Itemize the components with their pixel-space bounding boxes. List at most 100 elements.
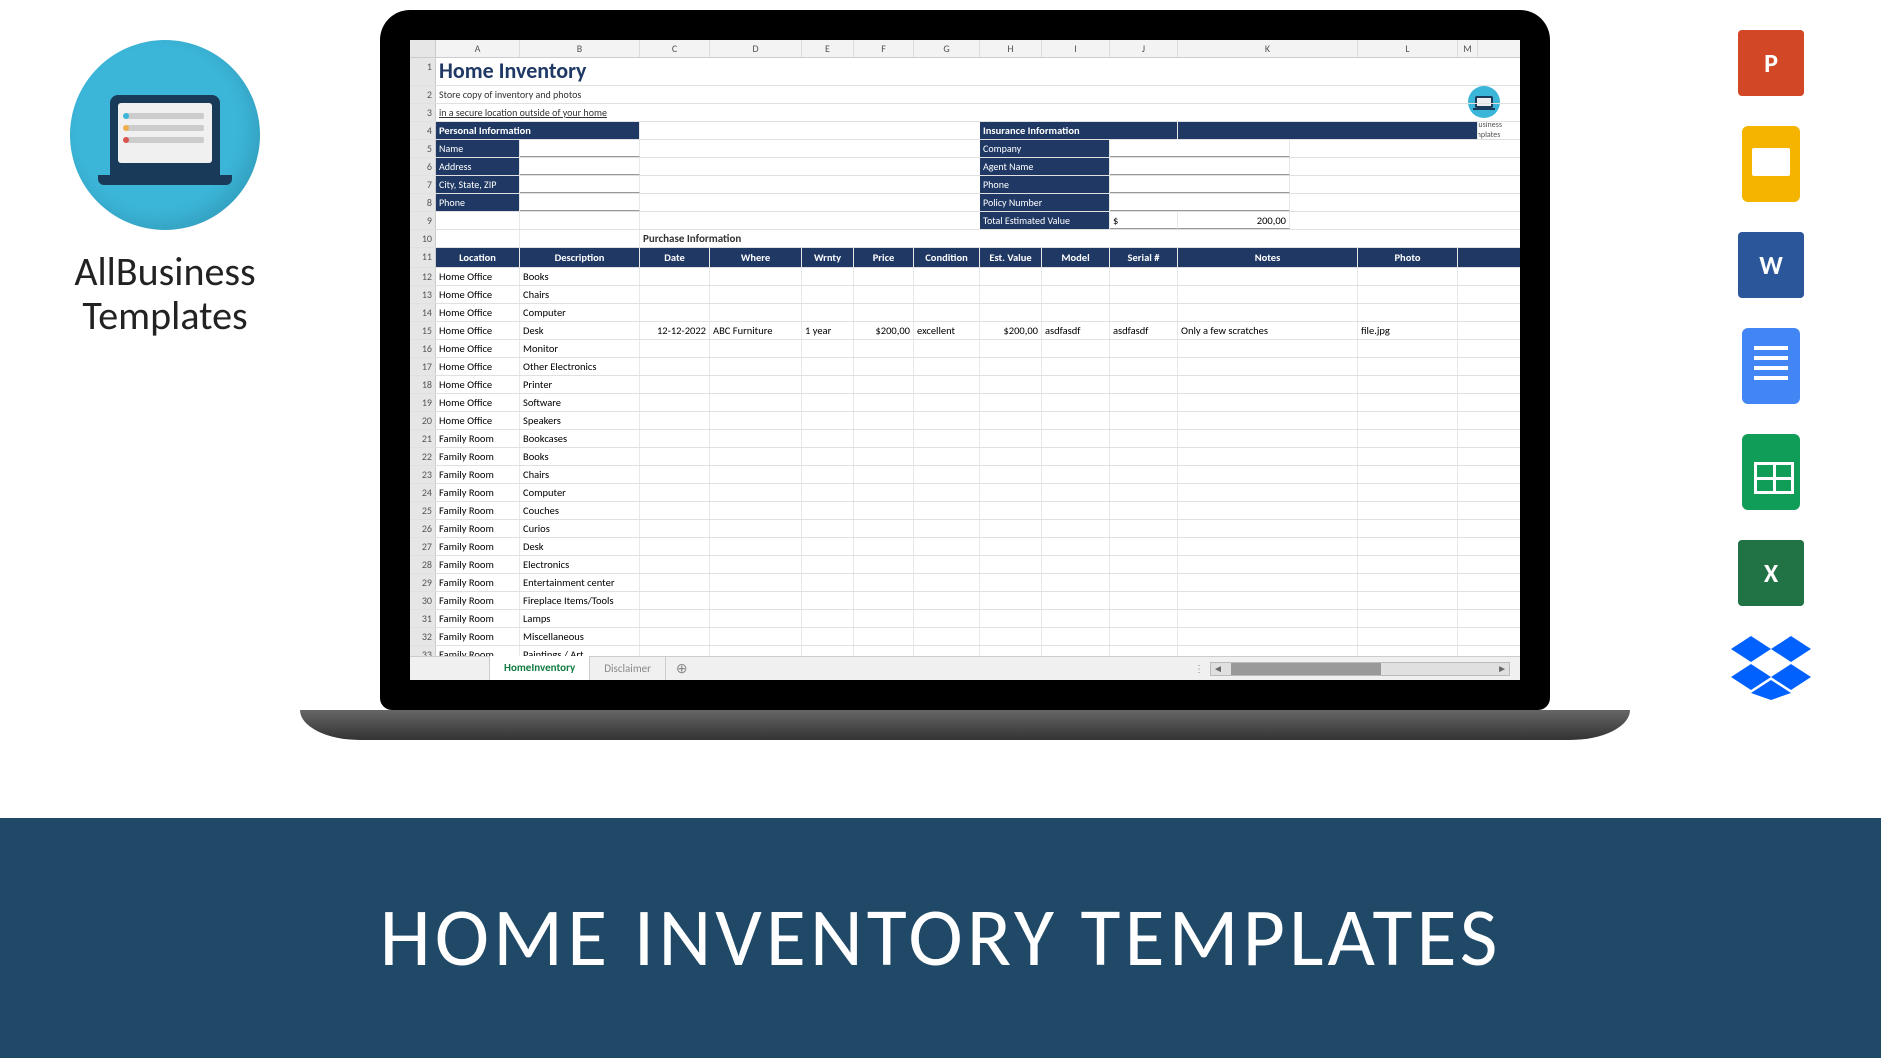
cell-condition[interactable] bbox=[914, 268, 980, 285]
cell-model[interactable] bbox=[1042, 286, 1110, 303]
cell-notes[interactable] bbox=[1178, 556, 1358, 573]
cell-notes[interactable] bbox=[1178, 592, 1358, 609]
cell-est-value[interactable] bbox=[980, 304, 1042, 321]
col-header[interactable]: I bbox=[1042, 40, 1110, 57]
cell-est-value[interactable] bbox=[980, 538, 1042, 555]
row-number[interactable]: 15 bbox=[410, 322, 436, 339]
field-input[interactable] bbox=[520, 194, 640, 211]
cell-photo[interactable] bbox=[1358, 628, 1458, 645]
cell-location[interactable]: Home Office bbox=[436, 376, 520, 393]
cell-condition[interactable] bbox=[914, 340, 980, 357]
cell-serial[interactable] bbox=[1110, 430, 1178, 447]
cell-notes[interactable] bbox=[1178, 538, 1358, 555]
cell-serial[interactable] bbox=[1110, 538, 1178, 555]
cell-model[interactable] bbox=[1042, 520, 1110, 537]
col-header[interactable]: C bbox=[640, 40, 710, 57]
row-number[interactable]: 6 bbox=[410, 158, 436, 175]
cell-price[interactable] bbox=[854, 340, 914, 357]
cell-description[interactable]: Desk bbox=[520, 322, 640, 339]
cell-location[interactable]: Home Office bbox=[436, 322, 520, 339]
cell-condition[interactable] bbox=[914, 412, 980, 429]
cell-description[interactable]: Software bbox=[520, 394, 640, 411]
cell-notes[interactable] bbox=[1178, 394, 1358, 411]
cell-date[interactable] bbox=[640, 286, 710, 303]
cell-location[interactable]: Family Room bbox=[436, 592, 520, 609]
cell-photo[interactable] bbox=[1358, 610, 1458, 627]
cell-wrnty[interactable] bbox=[802, 484, 854, 501]
cell-description[interactable]: Curios bbox=[520, 520, 640, 537]
cell-where[interactable] bbox=[710, 358, 802, 375]
cell-where[interactable] bbox=[710, 412, 802, 429]
word-icon[interactable]: W bbox=[1738, 232, 1804, 298]
cell-location[interactable]: Home Office bbox=[436, 286, 520, 303]
cell-serial[interactable] bbox=[1110, 502, 1178, 519]
cell-description[interactable]: Desk bbox=[520, 538, 640, 555]
cell-price[interactable] bbox=[854, 430, 914, 447]
cell-date[interactable] bbox=[640, 466, 710, 483]
cell-where[interactable] bbox=[710, 610, 802, 627]
tab-homeinventory[interactable]: HomeInventory bbox=[490, 656, 590, 681]
cell-photo[interactable] bbox=[1358, 412, 1458, 429]
cell-where[interactable] bbox=[710, 628, 802, 645]
row-number[interactable]: 19 bbox=[410, 394, 436, 411]
cell-est-value[interactable] bbox=[980, 376, 1042, 393]
cell-location[interactable]: Family Room bbox=[436, 484, 520, 501]
cell-price[interactable] bbox=[854, 394, 914, 411]
cell-price[interactable] bbox=[854, 268, 914, 285]
cell-location[interactable]: Family Room bbox=[436, 538, 520, 555]
cell-date[interactable] bbox=[640, 268, 710, 285]
cell-photo[interactable] bbox=[1358, 592, 1458, 609]
cell-notes[interactable] bbox=[1178, 610, 1358, 627]
cell-description[interactable]: Computer bbox=[520, 484, 640, 501]
cell-description[interactable]: Computer bbox=[520, 304, 640, 321]
col-header[interactable]: B bbox=[520, 40, 640, 57]
cell-date[interactable]: 12-12-2022 bbox=[640, 322, 710, 339]
cell-description[interactable]: Chairs bbox=[520, 286, 640, 303]
cell-model[interactable] bbox=[1042, 394, 1110, 411]
row-number[interactable]: 4 bbox=[410, 122, 436, 139]
cell-est-value[interactable] bbox=[980, 448, 1042, 465]
cell-description[interactable]: Printer bbox=[520, 376, 640, 393]
cell-wrnty[interactable] bbox=[802, 592, 854, 609]
row-number[interactable]: 7 bbox=[410, 176, 436, 193]
cell-condition[interactable] bbox=[914, 304, 980, 321]
row-number[interactable]: 22 bbox=[410, 448, 436, 465]
cell-description[interactable]: Entertainment center bbox=[520, 574, 640, 591]
cell-est-value[interactable] bbox=[980, 502, 1042, 519]
row-number[interactable]: 24 bbox=[410, 484, 436, 501]
cell-photo[interactable] bbox=[1358, 538, 1458, 555]
row-number[interactable]: 23 bbox=[410, 466, 436, 483]
col-header[interactable]: D bbox=[710, 40, 802, 57]
row-number[interactable]: 3 bbox=[410, 104, 436, 121]
row-number[interactable]: 1 bbox=[410, 58, 436, 85]
cell-photo[interactable] bbox=[1358, 340, 1458, 357]
cell-photo[interactable] bbox=[1358, 484, 1458, 501]
cell-condition[interactable] bbox=[914, 628, 980, 645]
cell-where[interactable] bbox=[710, 430, 802, 447]
row-number[interactable]: 20 bbox=[410, 412, 436, 429]
row-number[interactable]: 26 bbox=[410, 520, 436, 537]
row-number[interactable]: 17 bbox=[410, 358, 436, 375]
row-number[interactable]: 28 bbox=[410, 556, 436, 573]
cell-price[interactable] bbox=[854, 448, 914, 465]
cell-model[interactable] bbox=[1042, 592, 1110, 609]
cell-wrnty[interactable] bbox=[802, 628, 854, 645]
cell-description[interactable]: Books bbox=[520, 268, 640, 285]
row-number[interactable]: 10 bbox=[410, 230, 436, 247]
cell-price[interactable]: $200,00 bbox=[854, 322, 914, 339]
cell-wrnty[interactable] bbox=[802, 538, 854, 555]
cell-serial[interactable] bbox=[1110, 268, 1178, 285]
cell-price[interactable] bbox=[854, 574, 914, 591]
row-number[interactable]: 25 bbox=[410, 502, 436, 519]
cell-photo[interactable]: file.jpg bbox=[1358, 322, 1458, 339]
cell-date[interactable] bbox=[640, 376, 710, 393]
cell-serial[interactable] bbox=[1110, 286, 1178, 303]
cell-where[interactable] bbox=[710, 376, 802, 393]
cell-wrnty[interactable] bbox=[802, 502, 854, 519]
cell-date[interactable] bbox=[640, 484, 710, 501]
row-number[interactable]: 8 bbox=[410, 194, 436, 211]
cell-notes[interactable] bbox=[1178, 484, 1358, 501]
cell-date[interactable] bbox=[640, 628, 710, 645]
cell-est-value[interactable] bbox=[980, 520, 1042, 537]
row-number[interactable]: 27 bbox=[410, 538, 436, 555]
